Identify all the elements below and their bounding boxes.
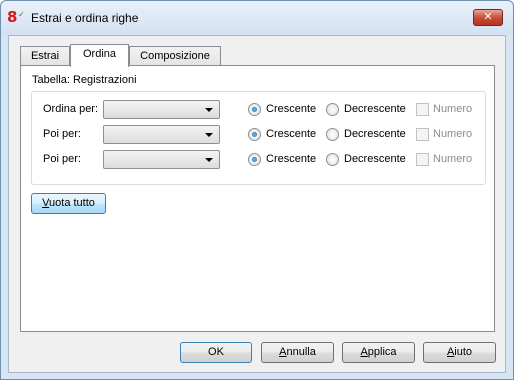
clear-all-button[interactable]: Vuota tutto bbox=[31, 193, 106, 214]
chevron-down-icon bbox=[205, 158, 213, 162]
descending-label[interactable]: Decrescente bbox=[344, 153, 406, 165]
numeric-checkbox[interactable] bbox=[416, 128, 429, 141]
apply-button[interactable]: Applica bbox=[342, 342, 415, 363]
app-logo-icon: 8 ✓ bbox=[7, 8, 25, 26]
descending-radio[interactable] bbox=[326, 103, 339, 116]
sort-row-3: Poi per: Crescente Decrescente Numero bbox=[32, 150, 485, 170]
sort-row-1: Ordina per: Crescente Decrescente Numero bbox=[32, 100, 485, 120]
ascending-label[interactable]: Crescente bbox=[266, 153, 316, 165]
chevron-down-icon bbox=[205, 133, 213, 137]
descending-label[interactable]: Decrescente bbox=[344, 128, 406, 140]
sort-field-select[interactable] bbox=[103, 125, 220, 144]
sort-row-label: Poi per: bbox=[43, 153, 81, 165]
numeric-label[interactable]: Numero bbox=[433, 153, 472, 165]
ascending-label[interactable]: Crescente bbox=[266, 128, 316, 140]
tab-ordina[interactable]: Ordina bbox=[70, 44, 129, 67]
table-label: Tabella: Registrazioni bbox=[32, 74, 137, 86]
title-bar[interactable]: 8 ✓ Estrai e ordina righe ✕ bbox=[1, 1, 513, 35]
descending-radio[interactable] bbox=[326, 153, 339, 166]
dialog-window: 8 ✓ Estrai e ordina righe ✕ Estrai Ordina… bbox=[0, 0, 514, 380]
numeric-checkbox[interactable] bbox=[416, 153, 429, 166]
window-title: Estrai e ordina righe bbox=[31, 11, 139, 25]
ok-button[interactable]: OK bbox=[180, 342, 252, 363]
ascending-radio[interactable] bbox=[248, 153, 261, 166]
ascending-radio[interactable] bbox=[248, 128, 261, 141]
sort-field-select[interactable] bbox=[103, 150, 220, 169]
ascending-label[interactable]: Crescente bbox=[266, 103, 316, 115]
numeric-label[interactable]: Numero bbox=[433, 128, 472, 140]
descending-label[interactable]: Decrescente bbox=[344, 103, 406, 115]
sort-row-label: Poi per: bbox=[43, 128, 81, 140]
sort-panel: Tabella: Registrazioni Ordina per: Cresc… bbox=[20, 65, 495, 332]
sort-row-label: Ordina per: bbox=[43, 103, 99, 115]
numeric-label[interactable]: Numero bbox=[433, 103, 472, 115]
ascending-radio[interactable] bbox=[248, 103, 261, 116]
tab-estrai[interactable]: Estrai bbox=[20, 46, 70, 66]
tab-composizione[interactable]: Composizione bbox=[129, 46, 221, 66]
numeric-checkbox[interactable] bbox=[416, 103, 429, 116]
help-button[interactable]: Aiuto bbox=[423, 342, 496, 363]
descending-radio[interactable] bbox=[326, 128, 339, 141]
close-button[interactable]: ✕ bbox=[473, 9, 503, 26]
sort-criteria-group: Ordina per: Crescente Decrescente Numero… bbox=[31, 91, 486, 185]
sort-field-select[interactable] bbox=[103, 100, 220, 119]
sort-row-2: Poi per: Crescente Decrescente Numero bbox=[32, 125, 485, 145]
chevron-down-icon bbox=[205, 108, 213, 112]
dialog-body: Estrai Ordina Composizione Tabella: Regi… bbox=[8, 35, 506, 373]
cancel-button[interactable]: Annulla bbox=[261, 342, 334, 363]
